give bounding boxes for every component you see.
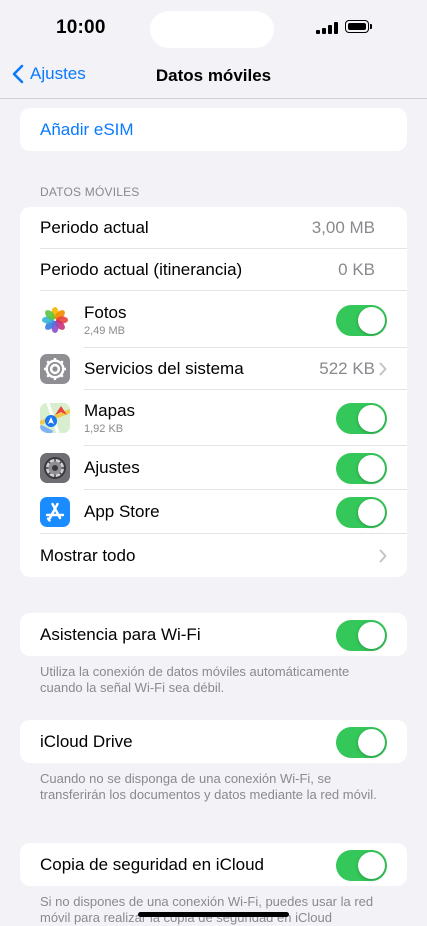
- maps-icon: [40, 403, 70, 433]
- roaming-period-row: Periodo actual (itinerancia) 0 KB: [20, 249, 407, 291]
- app-row-photos: Fotos 2,49 MB: [20, 291, 407, 348]
- wifi-assist-note: Utiliza la conexión de datos móviles aut…: [40, 664, 350, 695]
- settings-toggle[interactable]: [336, 453, 387, 484]
- app-store-icon: [40, 497, 70, 527]
- add-esim-label: Añadir eSIM: [40, 119, 134, 139]
- battery-icon: [345, 20, 373, 35]
- roaming-period-value: 0 KB: [338, 260, 375, 279]
- app-name: Fotos: [84, 302, 127, 322]
- app-row-app-store: App Store: [20, 490, 407, 534]
- current-period-label: Periodo actual: [40, 218, 149, 237]
- icloud-backup-label: Copia de seguridad en iCloud: [40, 854, 264, 874]
- wifi-assist-label: Asistencia para Wi-Fi: [40, 624, 201, 644]
- status-time: 10:00: [56, 17, 106, 38]
- app-name: App Store: [84, 502, 160, 521]
- icloud-drive-toggle[interactable]: [336, 726, 387, 758]
- icloud-drive-group: iCloud Drive: [20, 720, 407, 763]
- cellular-signal-icon: [316, 22, 338, 34]
- chevron-right-icon: [379, 362, 387, 376]
- dynamic-island: [150, 11, 274, 48]
- roaming-period-label: Periodo actual (itinerancia): [40, 260, 243, 279]
- app-row-settings: Ajustes: [20, 446, 407, 490]
- wifi-assist-row: Asistencia para Wi-Fi: [20, 613, 407, 656]
- settings-gear-icon: [40, 354, 70, 384]
- current-period-value: 3,00 MB: [311, 218, 375, 237]
- add-esim-button[interactable]: Añadir eSIM: [20, 108, 407, 151]
- app-store-toggle[interactable]: [336, 497, 387, 528]
- app-name: Servicios del sistema: [84, 359, 244, 378]
- settings-icon: [40, 453, 70, 483]
- icloud-drive-note: Cuando no se disponga de una conexión Wi…: [40, 771, 377, 802]
- page-title: Datos móviles: [155, 66, 272, 85]
- chevron-right-icon: [379, 549, 387, 562]
- app-row-system-services[interactable]: Servicios del sistema 522 KB: [20, 348, 407, 390]
- esim-group: Añadir eSIM: [20, 108, 407, 151]
- wifi-assist-group: Asistencia para Wi-Fi: [20, 613, 407, 656]
- icloud-backup-note: Si no dispones de una conexión Wi-Fi, pu…: [40, 894, 374, 925]
- app-name: Mapas: [84, 401, 136, 420]
- app-usage: 1,92 KB: [84, 423, 124, 435]
- app-usage: 2,49 MB: [84, 324, 125, 337]
- navigation-bar: Ajustes Datos móviles: [0, 58, 427, 99]
- icloud-drive-row: iCloud Drive: [20, 720, 407, 763]
- icloud-backup-group: Copia de seguridad en iCloud: [20, 843, 407, 886]
- icloud-drive-label: iCloud Drive: [40, 731, 133, 751]
- photos-toggle[interactable]: [336, 304, 387, 336]
- home-indicator[interactable]: [138, 912, 289, 917]
- maps-toggle[interactable]: [336, 403, 387, 434]
- system-services-usage: 522 KB: [319, 359, 375, 378]
- current-period-row: Periodo actual 3,00 MB: [20, 207, 407, 249]
- icloud-backup-row: Copia de seguridad en iCloud: [20, 843, 407, 886]
- icloud-backup-toggle[interactable]: [336, 849, 387, 881]
- app-name: Ajustes: [84, 458, 140, 477]
- wifi-assist-toggle[interactable]: [336, 619, 387, 651]
- show-all-label: Mostrar todo: [40, 545, 136, 565]
- status-bar: 10:00: [0, 0, 427, 58]
- show-all-button[interactable]: Mostrar todo: [20, 534, 407, 577]
- photos-icon: [40, 304, 70, 335]
- cellular-data-group: Periodo actual 3,00 MB Periodo actual (i…: [20, 207, 407, 577]
- app-row-maps: Mapas 1,92 KB: [20, 390, 407, 446]
- cellular-data-header: DATOS MÓVILES: [40, 185, 140, 199]
